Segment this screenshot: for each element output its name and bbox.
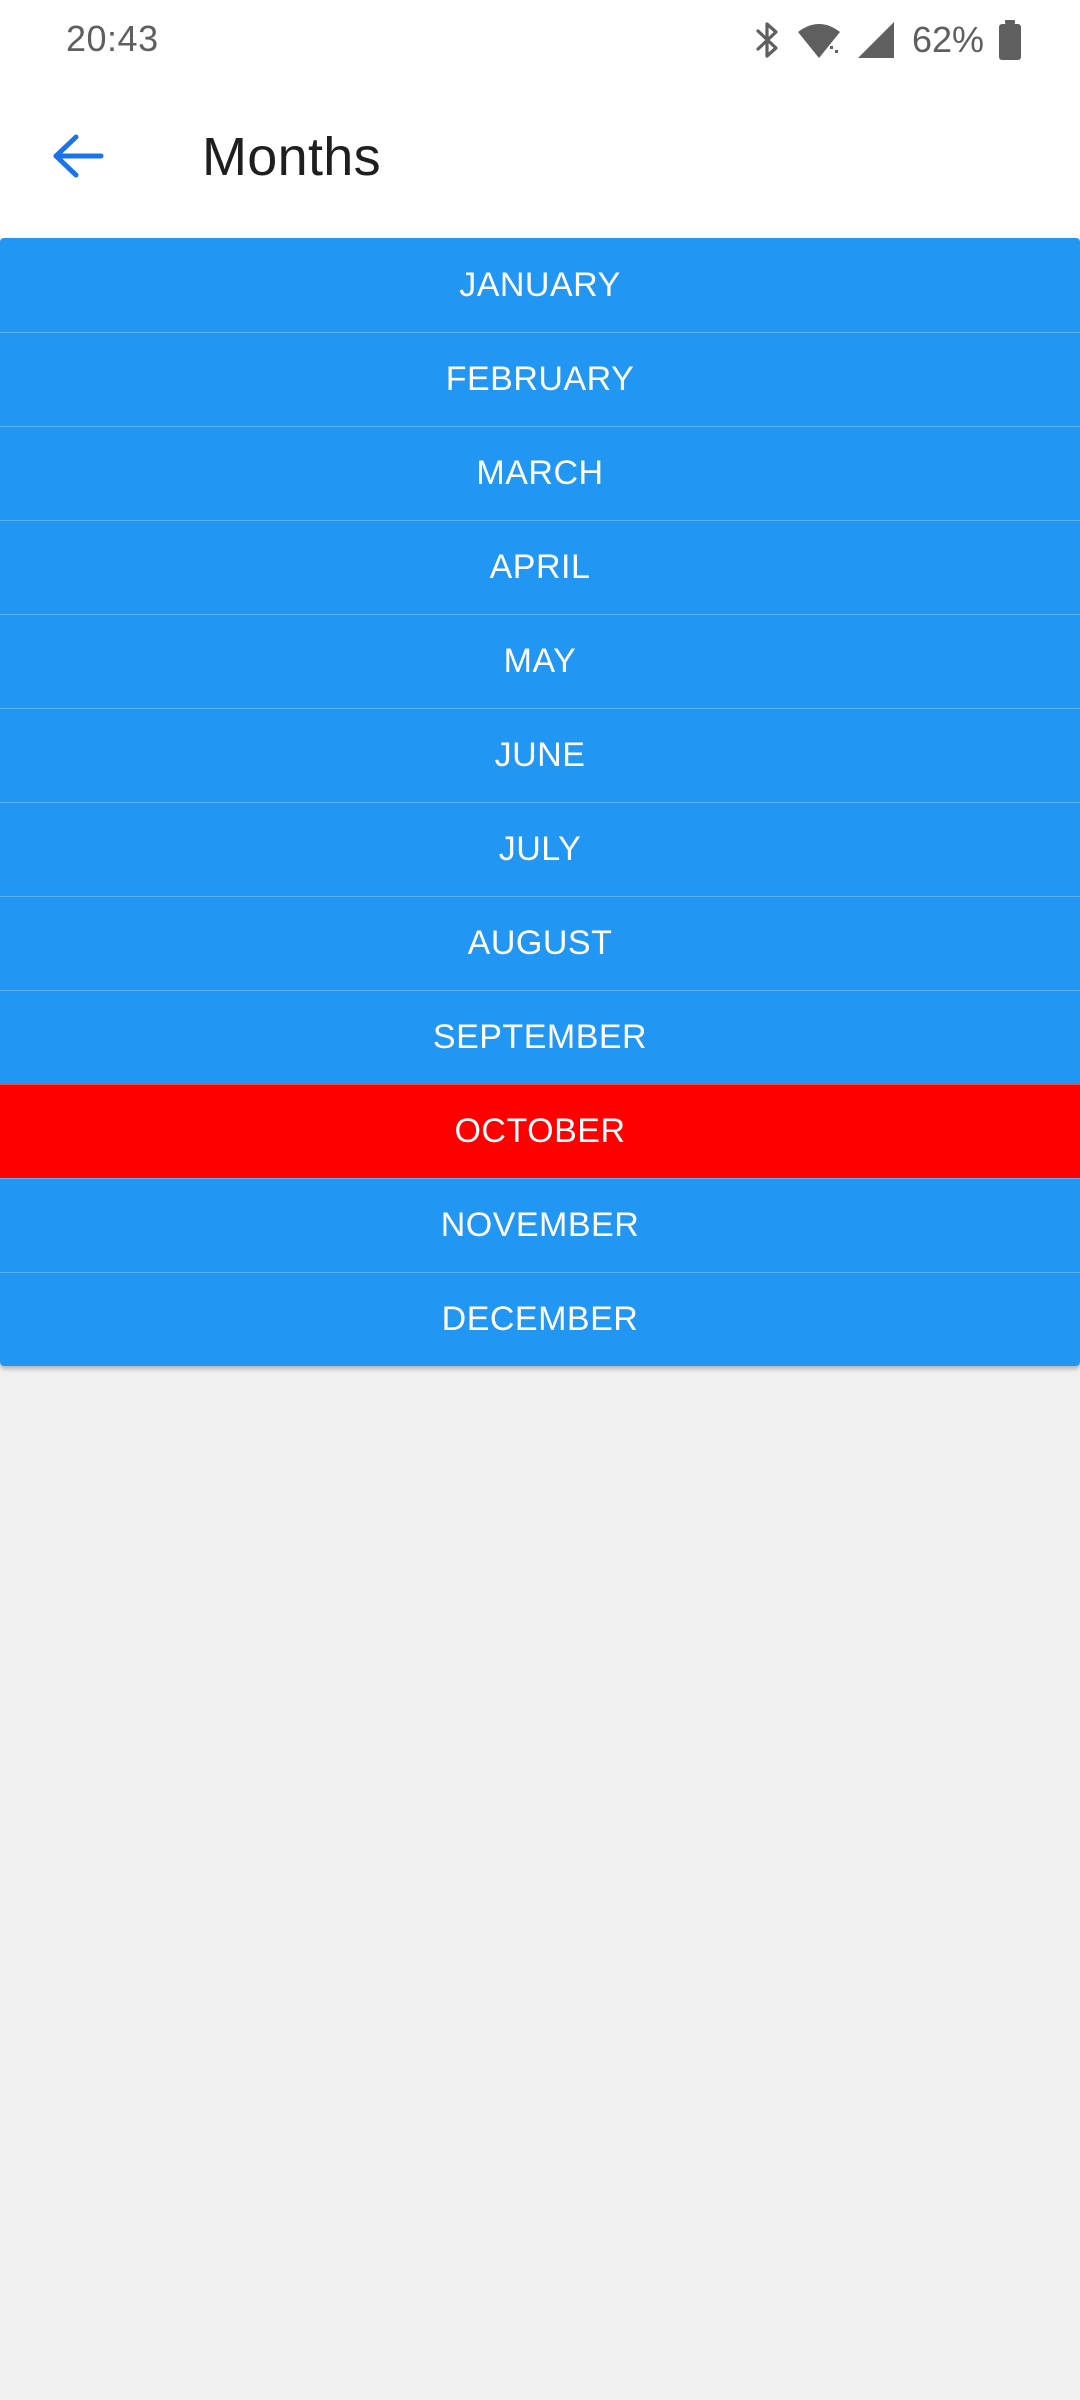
bluetooth-icon [754, 20, 782, 60]
status-time: 20:43 [66, 18, 159, 59]
status-bar: 20:43 62% [0, 0, 1080, 80]
page-title: Months [202, 127, 381, 187]
month-button-june[interactable]: JUNE [0, 708, 1080, 802]
status-icons: 62% [754, 16, 1022, 64]
month-button-march[interactable]: MARCH [0, 426, 1080, 520]
month-button-december[interactable]: DECEMBER [0, 1272, 1080, 1366]
month-button-april[interactable]: APRIL [0, 520, 1080, 614]
cellular-signal-icon [856, 20, 896, 60]
month-button-january[interactable]: JANUARY [0, 238, 1080, 332]
battery-icon [998, 19, 1022, 61]
back-button[interactable] [40, 120, 116, 196]
arrow-left-icon [52, 133, 104, 184]
month-button-august[interactable]: AUGUST [0, 896, 1080, 990]
month-button-november[interactable]: NOVEMBER [0, 1178, 1080, 1272]
app-bar: Months [0, 80, 1080, 238]
month-button-october[interactable]: OCTOBER [0, 1084, 1080, 1178]
wifi-icon [796, 20, 842, 60]
battery-percent: 62% [911, 19, 984, 60]
month-button-september[interactable]: SEPTEMBER [0, 990, 1080, 1084]
month-button-july[interactable]: JULY [0, 802, 1080, 896]
month-button-may[interactable]: MAY [0, 614, 1080, 708]
month-button-february[interactable]: FEBRUARY [0, 332, 1080, 426]
month-list: JANUARY FEBRUARY MARCH APRIL MAY JUNE JU… [0, 238, 1080, 1366]
